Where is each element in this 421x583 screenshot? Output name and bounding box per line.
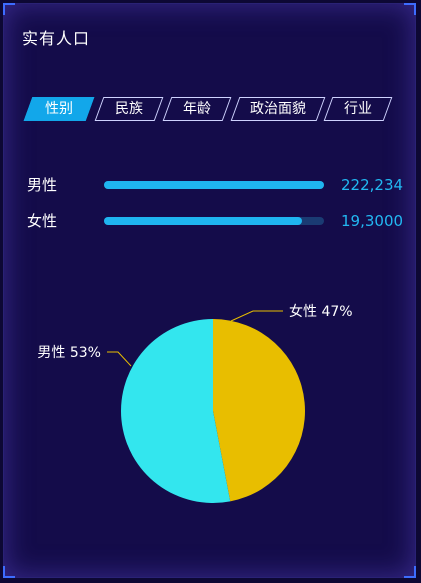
corner-decoration — [404, 3, 416, 15]
bar-fill — [104, 217, 302, 225]
pie-label-female: 女性 47% — [289, 303, 353, 320]
gender-pie-chart: 女性 47% 男性 53% — [37, 303, 353, 503]
bar-value: 19,3000 — [341, 212, 404, 230]
bar-row-male: 男性 222,234 — [27, 175, 407, 195]
bar-value: 222,234 — [341, 176, 404, 194]
corner-decoration — [3, 566, 15, 578]
corner-decoration — [404, 566, 416, 578]
pie-leader-line — [107, 351, 132, 367]
bar-label: 男性 — [27, 176, 58, 194]
bar-row-female: 女性 19,3000 — [27, 211, 407, 231]
panel-title: 实有人口 — [22, 29, 91, 48]
tab-gender[interactable]: 性别 — [23, 97, 95, 121]
corner-decoration — [3, 3, 15, 15]
tab-age[interactable]: 年龄 — [162, 97, 232, 121]
tab-political-status[interactable]: 政治面貌 — [230, 97, 326, 121]
pie-label-male: 男性 53% — [37, 345, 101, 361]
bar-label: 女性 — [27, 212, 58, 230]
pie-slice-female[interactable] — [213, 319, 305, 502]
bar-fill — [104, 181, 324, 189]
bar-track — [104, 217, 324, 225]
tab-industry[interactable]: 行业 — [323, 97, 393, 121]
pie-leader-line — [230, 310, 283, 322]
tab-ethnicity[interactable]: 民族 — [94, 97, 164, 121]
bar-track — [104, 181, 324, 189]
